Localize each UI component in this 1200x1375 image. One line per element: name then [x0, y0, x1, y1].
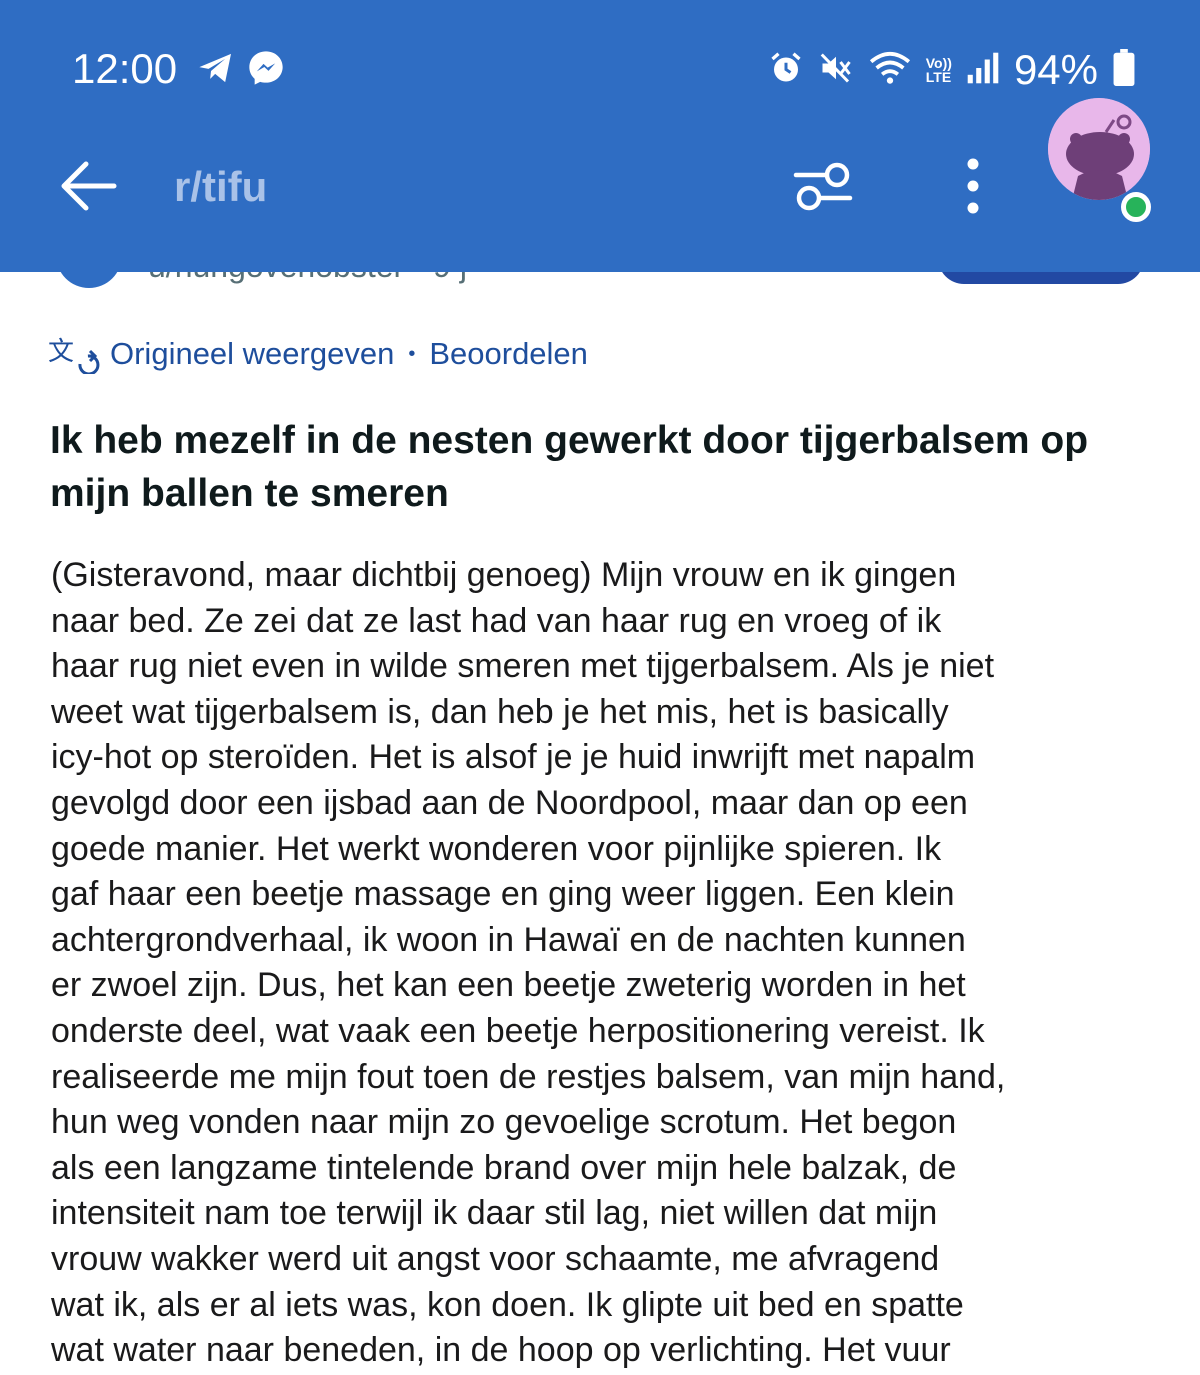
subreddit-title[interactable]: r/tifu [174, 162, 267, 212]
link-separator: • [408, 342, 416, 365]
filter-icon[interactable] [790, 158, 856, 214]
post-body-line: intensiteit nam toe terwijl ik daar stil… [51, 1194, 938, 1233]
signal-icon [966, 51, 1000, 90]
post-body-line: realiseerde me mijn fout toen de restjes… [51, 1057, 1006, 1096]
translate-icon: 文 [48, 334, 100, 374]
post-body: (Gisteravond, maar dichtbij genoeg) Mijn… [51, 553, 1181, 1374]
post-body-line: wat ik, als er al iets was, kon doen. Ik… [51, 1285, 964, 1324]
status-left-icons [196, 48, 286, 92]
volte-label-bottom: LTE [925, 69, 952, 85]
battery-percentage: 94% [1013, 46, 1098, 93]
post-body-line: haar rug niet even in wilde smeren met t… [51, 647, 995, 686]
battery-icon [1112, 48, 1136, 92]
show-original-link[interactable]: Origineel weergeven [110, 336, 394, 372]
post-body-line: naar bed. Ze zei dat ze last had van haa… [51, 601, 942, 640]
alarm-icon [768, 50, 804, 91]
app-header: 12:00 Vo)) LTE 94% r/tifu [0, 0, 1200, 272]
volte-label-top: Vo)) [925, 55, 952, 71]
post-body-line: als een langzame tintelende brand over m… [51, 1148, 957, 1187]
join-button[interactable] [938, 272, 1144, 284]
post-body-line: icy-hot op steroïden. Het is alsof je je… [51, 738, 976, 777]
back-arrow-icon[interactable] [58, 160, 118, 212]
messenger-icon [246, 48, 286, 93]
community-avatar[interactable] [56, 272, 122, 288]
svg-text:文: 文 [48, 337, 74, 367]
telegram-icon [196, 48, 236, 93]
post-body-line: gaf haar een beetje massage en ging weer… [51, 875, 955, 914]
post-body-line: er zwoel zijn. Dus, het kan een beetje z… [51, 966, 966, 1005]
post-body-line: hun weg vonden naar mijn zo gevoelige sc… [51, 1103, 957, 1142]
user-avatar[interactable] [1048, 98, 1150, 200]
status-right-icons: Vo)) LTE 94% [768, 44, 1136, 96]
post-author-row: u/hungoverlobster • 9 j [0, 272, 1200, 296]
post-body-line: onderste deel, wat vaak een beetje herpo… [51, 1011, 985, 1050]
mute-icon [818, 50, 854, 91]
translation-bar: 文 Origineel weergeven • Beoordelen [48, 332, 588, 376]
post-body-line: gevolgd door een ijsbad aan de Noordpool… [51, 783, 968, 822]
volte-icon: Vo)) LTE [926, 56, 952, 84]
post-title: Ik heb mezelf in de nesten gewerkt door … [50, 419, 1089, 515]
post-body-line: vrouw wakker werd uit angst voor schaamt… [51, 1239, 940, 1278]
wifi-icon [868, 49, 912, 92]
post-body-line: weet wat tijgerbalsem is, dan heb je het… [51, 692, 949, 731]
rate-translation-link[interactable]: Beoordelen [429, 336, 588, 372]
online-status-indicator [1121, 192, 1151, 222]
status-time: 12:00 [72, 45, 178, 92]
post-body-line: achtergrondverhaal, ik woon in Hawaï en … [51, 920, 966, 959]
more-vertical-icon[interactable] [958, 158, 988, 214]
post-body-line: (Gisteravond, maar dichtbij genoeg) Mijn… [51, 556, 957, 594]
post-body-line: wat water naar beneden, in de hoop op ve… [51, 1331, 951, 1370]
post-body-line: goede manier. Het werkt wonderen voor pi… [51, 829, 942, 868]
post-author[interactable]: u/hungoverlobster • 9 j [148, 272, 467, 286]
